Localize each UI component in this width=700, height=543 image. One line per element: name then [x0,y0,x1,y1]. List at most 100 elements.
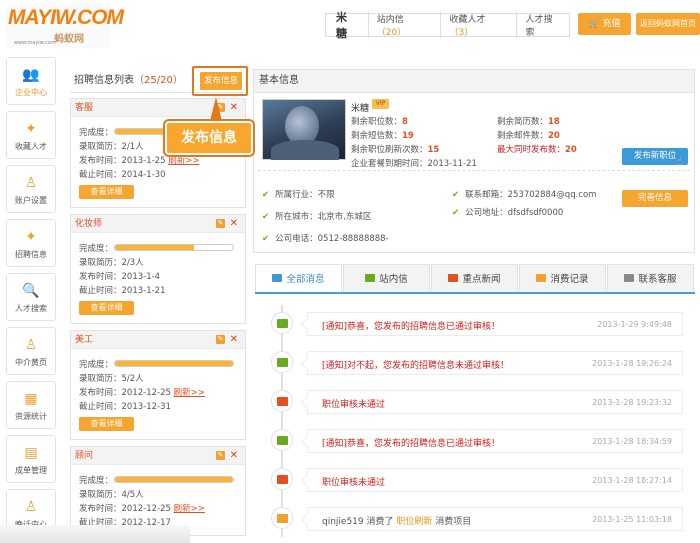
avatar[interactable] [262,99,346,160]
message-type-icon [277,514,288,523]
stat-value: 19 [402,131,414,141]
tab-icon [365,274,376,282]
message-item[interactable]: [通知]恭喜，您发布的招聘信息已通过审核！ 2013-1-29 9:49:48 [271,312,695,336]
message-item[interactable]: 职位审核未通过 2013-1-28 18:27:14 [271,468,695,492]
message-text: [通知]恭喜，您发布的招聘信息已通过审核！ [322,322,501,332]
user-name[interactable]: 米糖 [326,9,368,41]
tab-label: 消费记录 [550,274,589,285]
job-card: 化妆师 ✎ ✕ 完成度： 录取简历：2/3人 发布时间：2013-1-4 截止时间：2013… [70,214,246,324]
saved-count: （3） [449,28,474,38]
charge-label: 充值 [602,19,621,29]
stat-left-2: 剩余职位刷新次数：15 [351,143,439,155]
view-detail-button[interactable]: 查看详细 [79,417,134,431]
tab-4[interactable]: 联系客服 [607,264,694,292]
publish-date-text: 发布时间：2013-1-4 [79,272,161,282]
message-type-icon [277,319,288,328]
refresh-link[interactable]: 刷新>> [168,156,199,166]
callout-pointer [210,97,222,121]
saved-talent-link[interactable]: 收藏人才 （3） [440,12,516,38]
tab-label: 联系客服 [638,274,677,285]
hired-count: 录取简历：2/3人 [79,258,144,268]
inbox-link[interactable]: 站内信 （20） [367,12,441,38]
nav-item-2[interactable]: ♙ 账户设置 [6,165,56,213]
nav-item-3[interactable]: ✦ 招聘信息 [6,219,56,267]
close-icon[interactable]: ✕ [230,215,238,233]
nav-item-6[interactable]: ▦ 资源统计 [6,381,56,429]
talent-search-link[interactable]: 人才搜索 [516,12,569,38]
refresh-link[interactable]: 刷新>> [174,388,205,398]
edit-icon[interactable]: ✎ [216,219,225,228]
job-card-title[interactable]: 化妆师 ✎ ✕ [71,215,245,233]
chat-icon: ♙ [24,499,38,515]
message-icon [271,429,293,451]
view-detail-button[interactable]: 查看详细 [79,185,134,199]
hired-count: 录取简历：5/2人 [79,374,144,384]
publish-date: 发布时间：2012-12-25 刷新>> [79,502,205,514]
tab-icon [536,274,547,282]
message-item[interactable]: [通知]恭喜，您发布的招聘信息已通过审核！ 2013-1-28 18:34:59 [271,429,695,453]
return-home-button[interactable]: 返回蚂蚁网首页 [636,13,700,35]
stat-left-1: 剩余短信数：19 [351,129,414,141]
nav-item-7[interactable]: ▤ 成单管理 [6,435,56,483]
completion-label: 完成度： [79,360,114,370]
tab-0[interactable]: 全部消息 [255,264,342,292]
job-card-title[interactable]: 美工 ✎ ✕ [71,331,245,349]
tab-2[interactable]: 重点新闻 [431,264,518,292]
publish-button[interactable]: 发布信息 [200,72,242,90]
nav-item-5[interactable]: ♙ 中介黄页 [6,327,56,375]
publish-date: 发布时间：2012-12-25 刷新>> [79,386,205,398]
stat-left-0: 剩余职位数：8 [351,115,408,127]
message-type-icon [277,358,288,367]
message-type-icon [277,397,288,406]
job-list-title: 招聘信息列表 [74,75,134,86]
message-text: 职位审核未通过 [322,400,386,410]
city-text: 所在城市：北京市,东城区 [275,212,372,222]
message-item[interactable]: qinjie519 消费了 职位刷新 消费项目 2013-1-25 11:03:1… [271,507,695,531]
progress-fill [115,477,233,482]
tab-1[interactable]: 站内信 [343,264,430,292]
tab-icon [448,274,459,282]
vip-badge-icon: VIP [372,99,389,109]
stat-left-3: 企业套餐到期时间：2013-11-21 [351,157,477,169]
inbox-label: 站内信 [376,15,404,25]
message-item[interactable]: 职位审核未通过 2013-1-28 19:23:32 [271,390,695,414]
recruit-icon: ✦ [25,229,37,245]
message-item[interactable]: [通知]对不起，您发布的招聘信息未通过审核！ 2013-1-28 19:26:24 [271,351,695,375]
complete-info-button[interactable]: 完善信息 [622,190,688,207]
message-suffix: 消费项目 [435,517,472,527]
end-date: 截止时间：2014-1-30 [79,170,166,180]
city-row: ✔ 所在城市：北京市,东城区 [262,210,371,222]
logo-url: www.mayiw.com [14,40,56,46]
message-date: 2013-1-29 9:49:48 [597,320,672,329]
star-icon: ✦ [25,121,37,137]
edit-icon[interactable]: ✎ [216,451,225,460]
people-icon: 👥 [22,67,40,83]
edit-icon[interactable]: ✎ [216,335,225,344]
message-text: 职位审核未通过 [322,478,386,488]
close-icon[interactable]: ✕ [230,447,238,465]
job-list-count: （25/20） [134,75,183,86]
hand-cursor-icon: ☝ [676,154,684,168]
refresh-link[interactable]: 刷新>> [174,504,205,514]
nav-label: 收藏人才 [15,142,47,151]
view-detail-button[interactable]: 查看详细 [79,301,134,315]
logo-sub: 蚂蚁网 [54,34,84,45]
phone-text: 公司电话：0512-88888888- [275,234,389,244]
charge-button[interactable]: 🛒 充值 [578,13,631,35]
saved-label: 收藏人才 [449,15,486,25]
completion-label: 完成度： [79,476,114,486]
stat-label: 剩余短信数： [351,131,403,141]
industry-row: ✔ 所属行业：不限 [262,188,335,200]
completion-label: 完成度： [79,128,114,138]
job-title-text: 顾问 [75,451,94,461]
address-row: ✔ 公司地址：dfsdfsdf0000 [452,206,563,218]
close-icon[interactable]: ✕ [230,99,238,117]
close-icon[interactable]: ✕ [230,331,238,349]
job-card-title[interactable]: 顾问 ✎ ✕ [71,447,245,465]
tab-3[interactable]: 消费记录 [519,264,606,292]
site-logo[interactable]: MAYIW.COM 蚂蚁网 www.mayiw.com [6,4,124,48]
nav-item-0[interactable]: 👥 企业中心 [6,57,56,105]
message-date: 2013-1-25 11:03:18 [592,515,672,524]
nav-item-1[interactable]: ✦ 收藏人才 [6,111,56,159]
nav-item-4[interactable]: 🔍 人才搜索 [6,273,56,321]
